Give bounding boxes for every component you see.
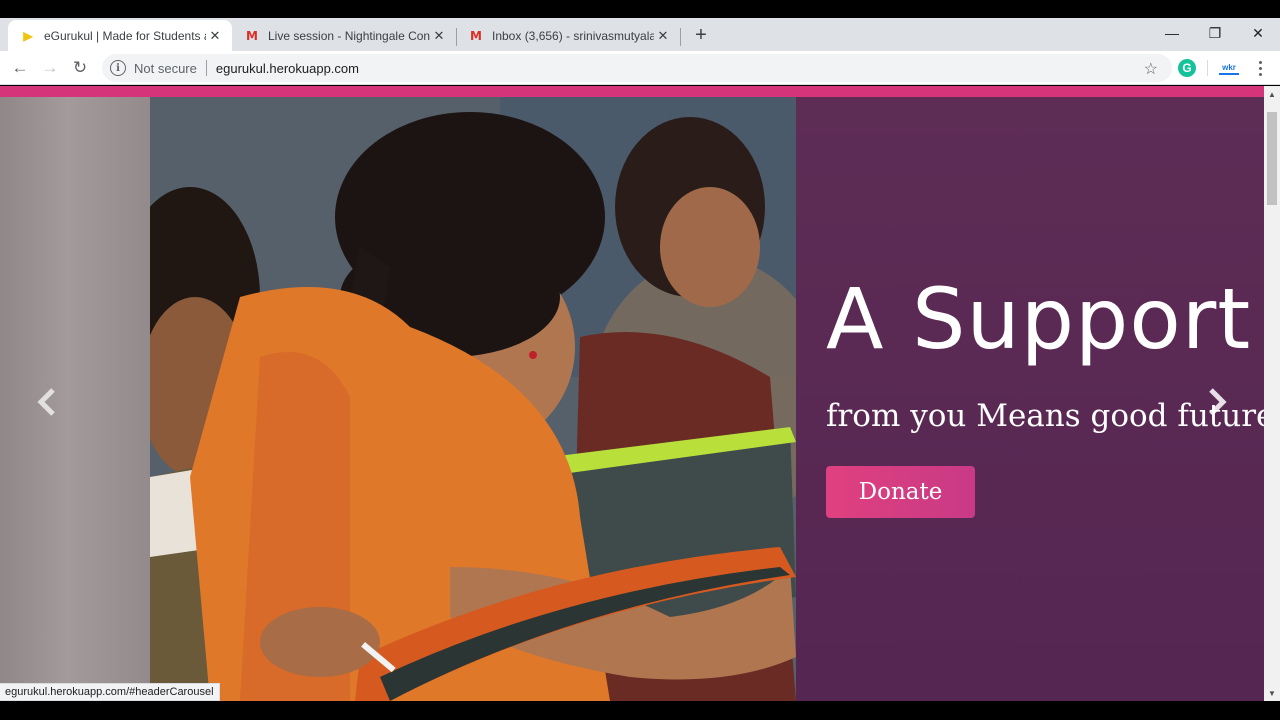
carousel-photo-students (150, 97, 796, 701)
tab-separator (680, 28, 681, 46)
browser-menu-icon[interactable] (1250, 56, 1270, 80)
info-icon[interactable]: i (110, 60, 126, 76)
carousel-left-image-edge (0, 97, 150, 701)
address-bar[interactable]: i Not secure egurukul.herokuapp.com ☆ (102, 54, 1172, 82)
tab-strip: ▶ eGurukul | Made for Students an ✕ M Li… (0, 18, 1280, 51)
toolbar-separator (1207, 60, 1208, 76)
tab-close-icon[interactable]: ✕ (206, 27, 224, 45)
page-scrollbar[interactable]: ▲ ▼ (1264, 86, 1280, 701)
egurukul-favicon-icon: ▶ (23, 28, 33, 43)
tab-title: Live session - Nightingale Confir (268, 28, 430, 43)
chevron-left-icon (37, 388, 55, 416)
tab-title: Inbox (3,656) - srinivasmutyala5 (492, 28, 654, 43)
window-close-button[interactable]: ✕ (1236, 18, 1280, 48)
screen-top-border (0, 0, 1280, 18)
scroll-down-icon[interactable]: ▼ (1264, 685, 1280, 701)
tab-inbox[interactable]: M Inbox (3,656) - srinivasmutyala5 ✕ (456, 20, 680, 51)
page-viewport (0, 86, 1264, 701)
scroll-up-icon[interactable]: ▲ (1264, 86, 1280, 102)
url-text[interactable]: egurukul.herokuapp.com (216, 61, 359, 76)
carousel-prev-button[interactable] (30, 382, 64, 422)
hero-title: A Support (826, 270, 1252, 368)
screen-bottom-border (0, 701, 1280, 720)
tab-live-session[interactable]: M Live session - Nightingale Confir ✕ (232, 20, 456, 51)
gmail-icon: M (246, 28, 258, 43)
donate-button[interactable]: Donate (826, 466, 975, 518)
tab-close-icon[interactable]: ✕ (430, 27, 448, 45)
new-tab-button[interactable]: + (688, 22, 714, 48)
hero-subtitle: from you Means good future o (826, 398, 1280, 434)
tab-egurukul[interactable]: ▶ eGurukul | Made for Students an ✕ (8, 20, 232, 51)
gmail-icon: M (470, 28, 482, 43)
minimize-button[interactable]: — (1150, 18, 1194, 48)
scroll-thumb[interactable] (1267, 112, 1277, 205)
browser-toolbar: ← → ↻ i Not secure egurukul.herokuapp.co… (0, 51, 1280, 85)
bookmark-star-icon[interactable]: ☆ (1144, 59, 1158, 79)
grammarly-extension-icon[interactable]: G (1178, 59, 1196, 77)
reload-button[interactable]: ↻ (66, 54, 94, 82)
forward-button[interactable]: → (36, 54, 64, 82)
security-label[interactable]: Not secure (134, 61, 197, 76)
extension-icon[interactable]: wkr (1219, 61, 1239, 75)
tab-title: eGurukul | Made for Students an (44, 28, 206, 43)
link-status-bar: egurukul.herokuapp.com/#headerCarousel (0, 683, 220, 701)
tab-close-icon[interactable]: ✕ (654, 27, 672, 45)
students-illustration (150, 97, 796, 701)
restore-button[interactable]: ❐ (1193, 18, 1237, 48)
header-accent-bar (0, 86, 1264, 97)
url-separator (205, 60, 207, 76)
back-button[interactable]: ← (6, 54, 34, 82)
